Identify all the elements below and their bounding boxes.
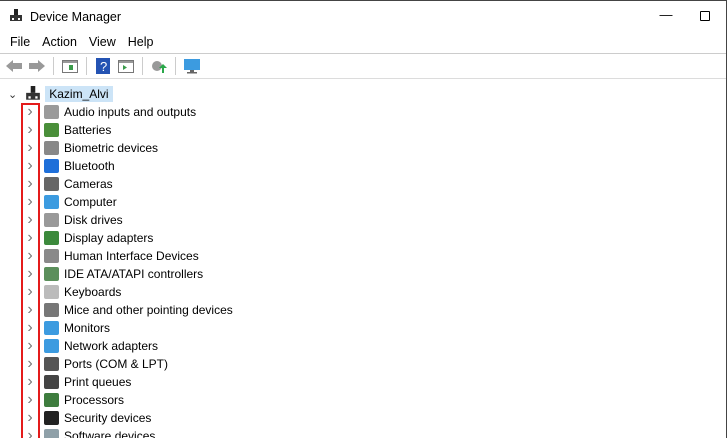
update-driver-icon[interactable] xyxy=(116,57,136,75)
tree-item[interactable]: › Bluetooth xyxy=(0,157,400,175)
device-category-icon xyxy=(44,285,59,299)
computer-root-icon xyxy=(26,86,41,100)
tree-item-label: Monitors xyxy=(64,321,111,335)
tree-item[interactable]: › Print queues xyxy=(0,373,400,391)
tree-item-label: Software devices xyxy=(64,429,156,438)
tree-item[interactable]: › Keyboards xyxy=(0,283,400,301)
svg-text:?: ? xyxy=(100,59,107,74)
toolbar-separator xyxy=(175,57,176,75)
title-bar: Device Manager — xyxy=(0,1,726,32)
device-category-icon xyxy=(44,429,59,438)
device-category-icon xyxy=(44,231,59,245)
tree-item-label: Batteries xyxy=(64,123,112,137)
tree-item-label: IDE ATA/ATAPI controllers xyxy=(64,267,204,281)
tree-item-label: Display adapters xyxy=(64,231,154,245)
device-category-icon xyxy=(44,303,59,317)
device-category-icon xyxy=(44,411,59,425)
help-icon[interactable]: ? xyxy=(93,57,113,75)
menu-help[interactable]: Help xyxy=(122,32,160,53)
tree-item-label: Biometric devices xyxy=(64,141,159,155)
tree-item-label: Audio inputs and outputs xyxy=(64,105,197,119)
tree-item-label: Keyboards xyxy=(64,285,122,299)
computer-name: Kazim_Alvi xyxy=(45,86,113,102)
tree-item[interactable]: › Batteries xyxy=(0,121,400,139)
device-category-icon xyxy=(44,123,59,137)
tree-item-label: Computer xyxy=(64,195,117,209)
tree-item[interactable]: › Human Interface Devices xyxy=(0,247,400,265)
tree-item[interactable]: › Software devices xyxy=(0,427,400,438)
monitor-icon[interactable] xyxy=(182,57,202,75)
properties-pane-icon[interactable] xyxy=(60,57,80,75)
tree-item-label: Cameras xyxy=(64,177,113,191)
device-category-icon xyxy=(44,339,59,353)
tree-item-label: Ports (COM & LPT) xyxy=(64,357,169,371)
tree-item[interactable]: › Display adapters xyxy=(0,229,400,247)
device-category-icon xyxy=(44,357,59,371)
device-category-icon xyxy=(44,321,59,335)
window-title: Device Manager xyxy=(30,10,122,24)
tree-item[interactable]: › Processors xyxy=(0,391,400,409)
tree-item[interactable]: › Security devices xyxy=(0,409,400,427)
collapse-chevron-icon[interactable]: ⌄ xyxy=(8,88,17,101)
tree-item[interactable]: › Monitors xyxy=(0,319,400,337)
device-manager-icon xyxy=(10,9,22,21)
device-category-icon xyxy=(44,177,59,191)
device-category-icon xyxy=(44,159,59,173)
toolbar-separator xyxy=(86,57,87,75)
forward-icon[interactable] xyxy=(27,57,47,75)
minimize-button[interactable]: — xyxy=(655,7,677,25)
tree-item[interactable]: › Biometric devices xyxy=(0,139,400,157)
device-category-icon xyxy=(44,213,59,227)
tree-item[interactable]: › Network adapters xyxy=(0,337,400,355)
device-manager-window: Device Manager — File Action View Help ?… xyxy=(0,0,727,438)
device-category-icon xyxy=(44,375,59,389)
menu-file[interactable]: File xyxy=(4,32,36,53)
tree-item[interactable]: › Mice and other pointing devices xyxy=(0,301,400,319)
tree-item-label: Network adapters xyxy=(64,339,159,353)
tree-item-label: Disk drives xyxy=(64,213,123,227)
device-category-icon xyxy=(44,105,59,119)
tree-item-label: Bluetooth xyxy=(64,159,115,173)
scan-hardware-icon[interactable] xyxy=(149,57,169,75)
tree-item[interactable]: › Cameras xyxy=(0,175,400,193)
maximize-button[interactable] xyxy=(700,11,710,21)
device-category-icon xyxy=(44,393,59,407)
menu-view[interactable]: View xyxy=(83,32,122,53)
toolbar-separator xyxy=(53,57,54,75)
tree-item-label: Security devices xyxy=(64,411,152,425)
device-category-icon xyxy=(44,195,59,209)
tree-item-label: Mice and other pointing devices xyxy=(64,303,233,317)
device-category-icon xyxy=(44,141,59,155)
tree-item-label: Processors xyxy=(64,393,125,407)
highlight-box xyxy=(21,103,40,438)
toolbar: ? xyxy=(0,54,726,79)
menu-action[interactable]: Action xyxy=(36,32,83,53)
tree-item[interactable]: › Disk drives xyxy=(0,211,400,229)
device-category-icon xyxy=(44,267,59,281)
back-icon[interactable] xyxy=(4,57,24,75)
toolbar-separator xyxy=(142,57,143,75)
tree-item-label: Print queues xyxy=(64,375,132,389)
tree-item-label: Human Interface Devices xyxy=(64,249,199,263)
tree-item[interactable]: › Audio inputs and outputs xyxy=(0,103,400,121)
tree-item[interactable]: › Ports (COM & LPT) xyxy=(0,355,400,373)
menu-bar: File Action View Help xyxy=(0,32,726,54)
tree-item[interactable]: › IDE ATA/ATAPI controllers xyxy=(0,265,400,283)
tree-root[interactable]: ⌄ Kazim_Alvi xyxy=(8,85,113,103)
device-category-icon xyxy=(44,249,59,263)
tree-item[interactable]: › Computer xyxy=(0,193,400,211)
